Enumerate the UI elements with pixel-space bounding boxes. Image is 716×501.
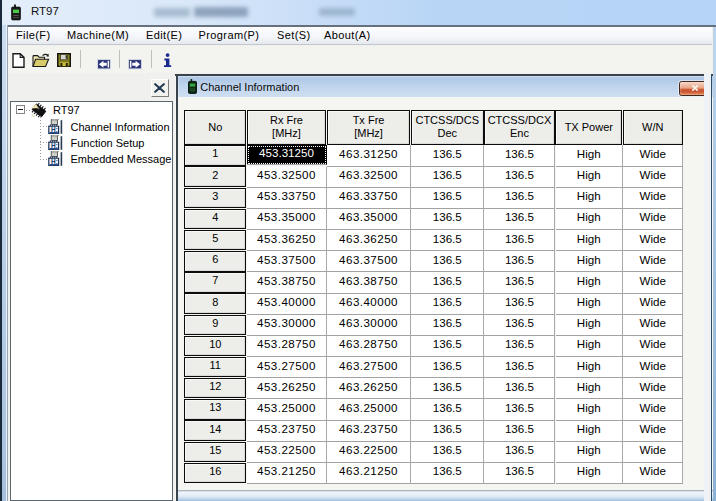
svg-text:H:: H: [51,158,58,165]
svg-text:H:: H: [51,142,58,149]
svg-text:H:: H: [51,125,58,132]
